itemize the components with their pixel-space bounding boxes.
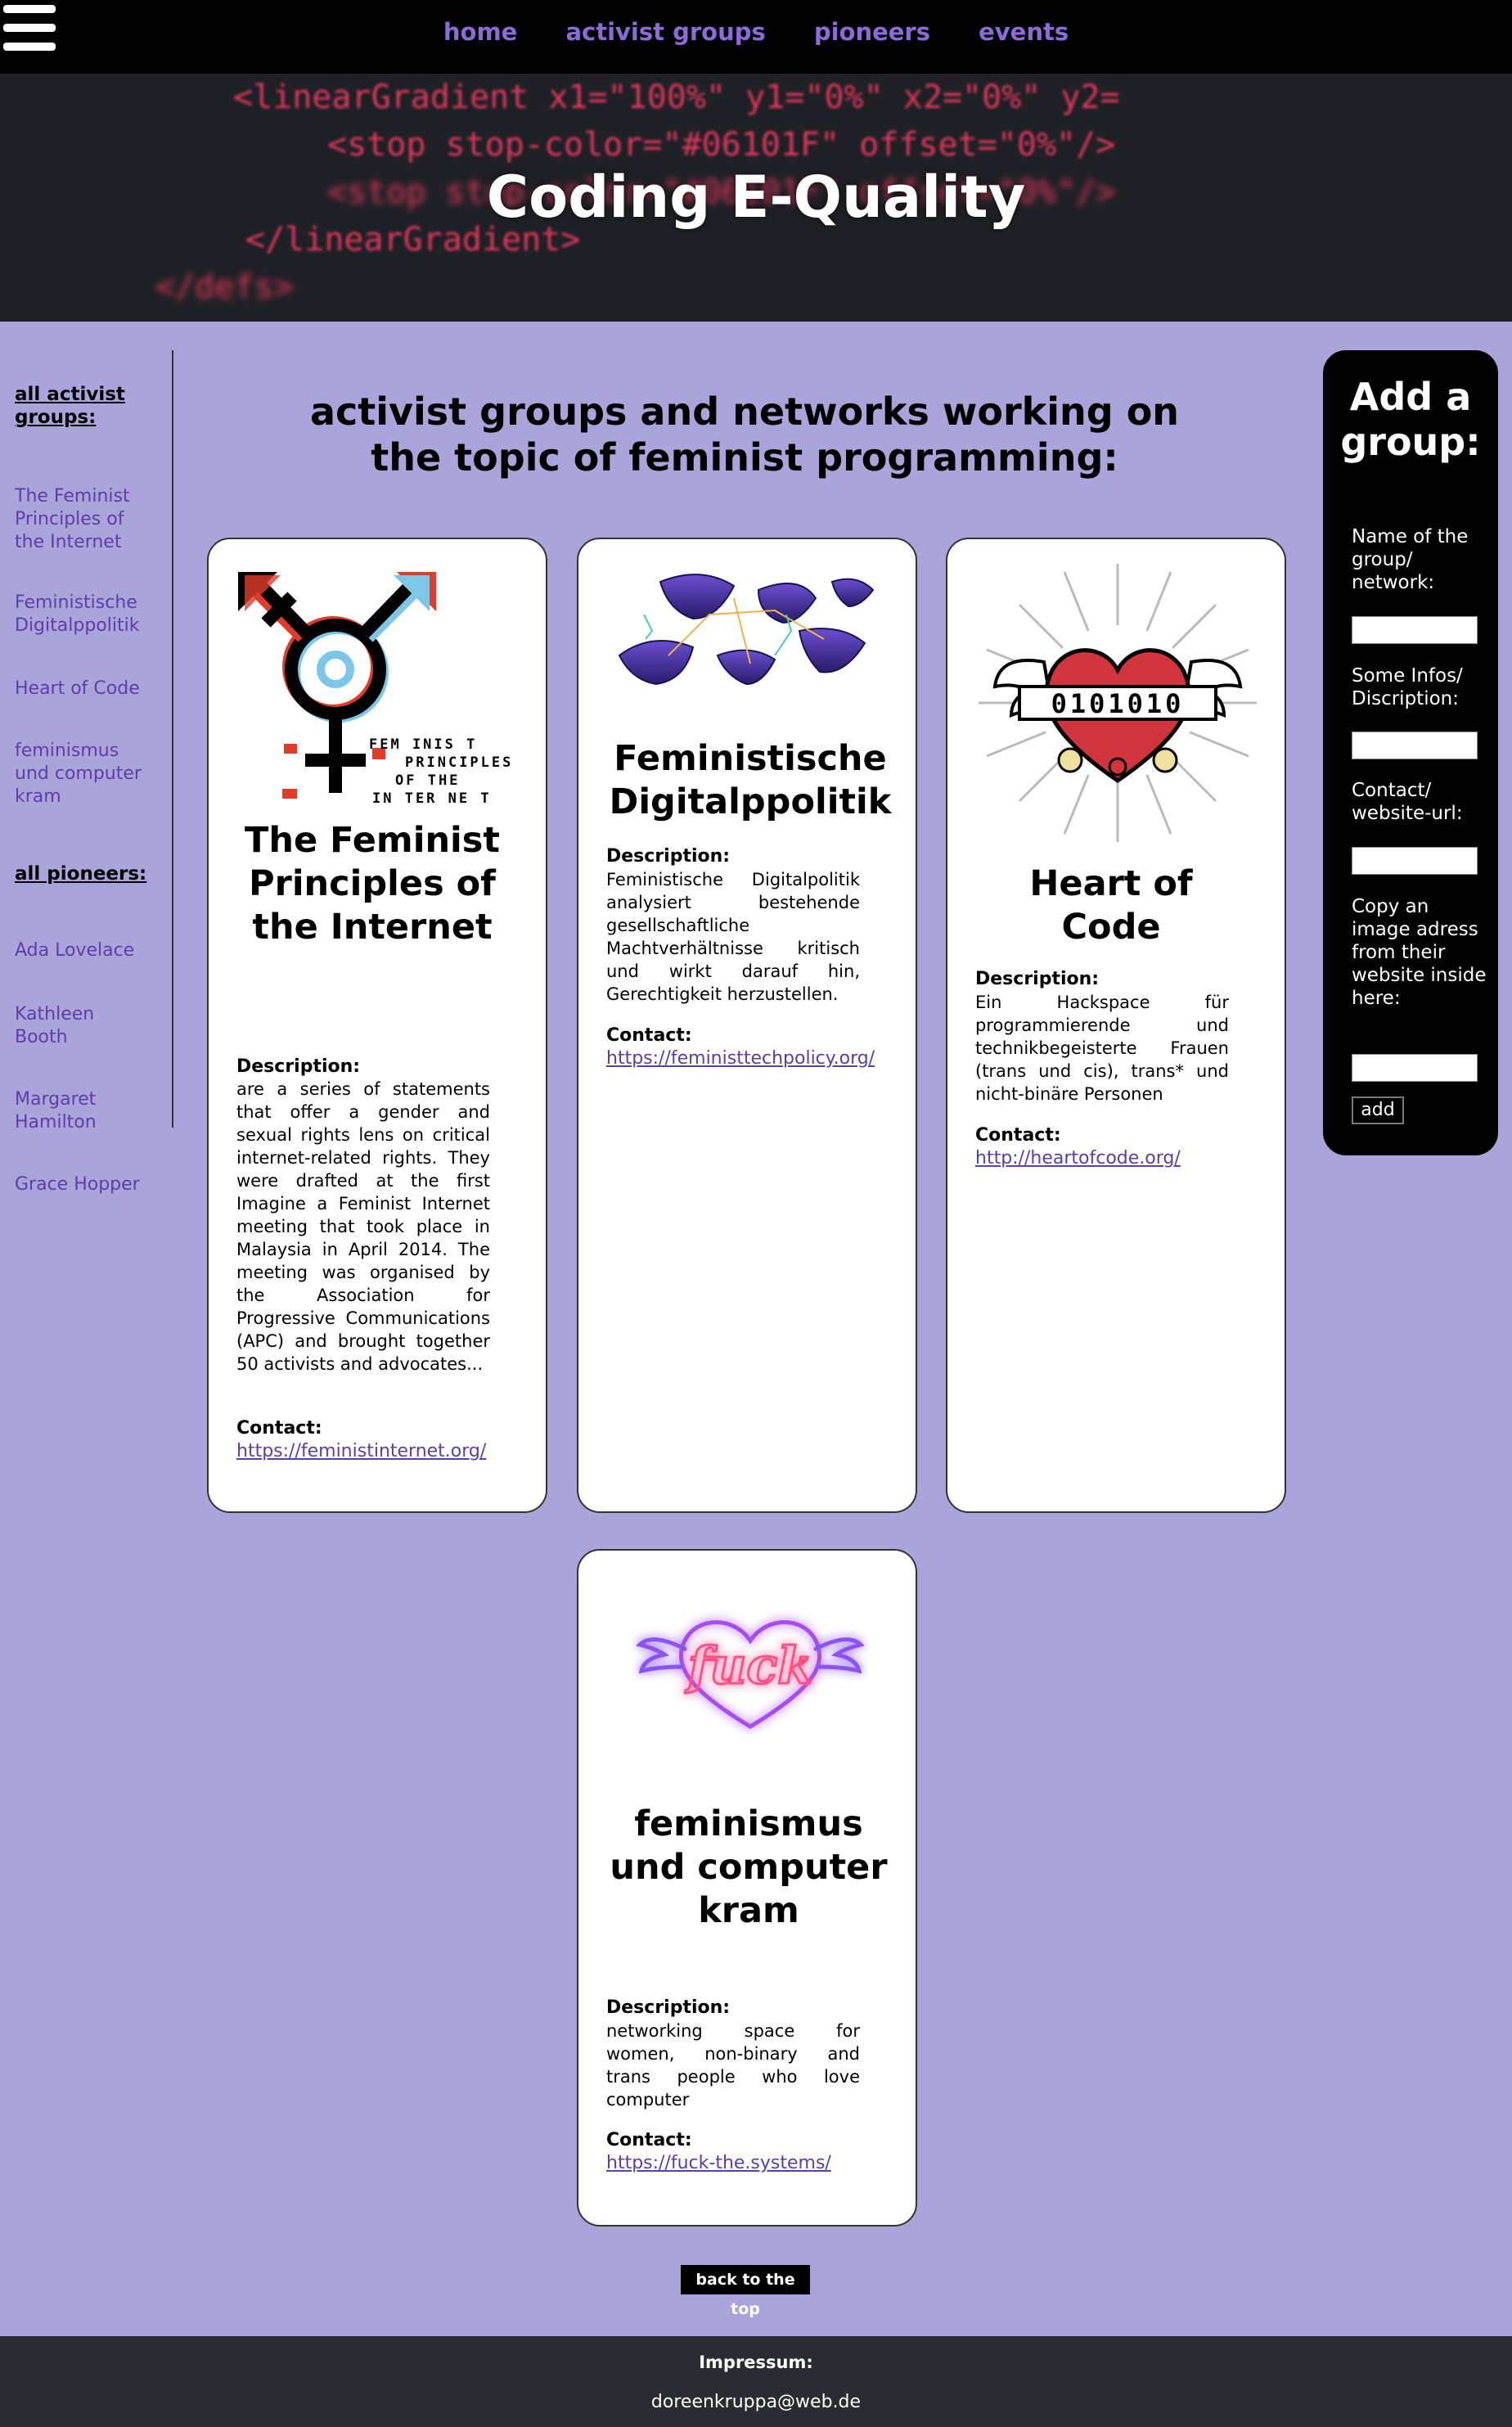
sidebar: all activist groups: The Feminist Princi… [0, 350, 173, 1195]
footer-title: Impressum: [699, 2353, 813, 2372]
nav-links: home activist groups pioneers events [0, 18, 1512, 46]
top-nav: home activist groups pioneers events [0, 0, 1512, 74]
card-description: Ein Hackspace für programmierende und te… [975, 993, 1229, 1104]
neon-heart-image: fuck [636, 1620, 865, 1729]
nav-home-link[interactable]: home [443, 18, 517, 46]
sidebar-item-heart-of-code[interactable]: Heart of Code [15, 678, 162, 700]
group-card: Feministische Digitalppolitik Descriptio… [577, 538, 917, 1513]
card-description: are a series of statements that offer a … [236, 1079, 490, 1374]
nav-activist-groups-link[interactable]: activist groups [565, 18, 765, 46]
sidebar-item-feminist-principles[interactable]: The Feminist Principles of the Internet [15, 485, 146, 554]
svg-text:PRINCIPLES: PRINCIPLES [405, 754, 513, 771]
digitalpolitik-islands-image [611, 565, 881, 696]
card-title: Feministische Digitalppolitik [609, 738, 892, 822]
card-title: Heart of Code [1029, 863, 1193, 948]
feminist-principles-logo-image: FEM INIS T PRINCIPLES OF THE IN TER NE T [238, 572, 513, 807]
sidebar-item-feministische-digitalpolitik[interactable]: Feministische Digitalppolitik [15, 592, 162, 637]
add-group-form: Add a group: Name of the group/ network:… [1323, 350, 1498, 1155]
card-contact-link[interactable]: http://heartofcode.org/ [975, 1148, 1181, 1168]
image-url-input[interactable] [1352, 1054, 1478, 1082]
nav-pioneers-link[interactable]: pioneers [814, 18, 930, 46]
sidebar-item-grace-hopper[interactable]: Grace Hopper [15, 1173, 178, 1196]
hero-code-line: </defs> [155, 268, 294, 306]
infos-input[interactable] [1352, 732, 1478, 759]
description-label: Description: [236, 1056, 361, 1077]
heart-of-code-logo-image: 0101010 [979, 564, 1257, 842]
svg-text:fuck: fuck [685, 1636, 812, 1695]
card-contact-link[interactable]: https://feministinternet.org/ [236, 1441, 486, 1461]
group-card: FEM INIS T PRINCIPLES OF THE IN TER NE T… [207, 538, 547, 1513]
card-contact-link[interactable]: https://feministtechpolicy.org/ [606, 1048, 875, 1069]
card-description: networking space for women, non-binary a… [606, 2021, 860, 2110]
add-button[interactable]: add [1352, 1096, 1404, 1124]
field-label-name: Name of the group/ network: [1352, 526, 1469, 593]
footer-email[interactable]: doreenkruppa@web.de [0, 2392, 1512, 2412]
description-label: Description: [606, 846, 731, 867]
site-title: Coding E-Quality [486, 164, 1026, 231]
card-title: The Feminist Principles of the Internet [245, 820, 500, 948]
svg-text:OF THE: OF THE [395, 772, 460, 789]
back-to-top-button[interactable]: back to the top [681, 2265, 810, 2318]
description-label: Description: [606, 1997, 731, 2018]
group-card: fuck feminismus und computer kram Descri… [577, 1549, 917, 2227]
hero-banner: <linearGradient x1="100%" y1="0%" x2="0%… [0, 74, 1512, 322]
card-contact-link[interactable]: https://fuck-the.systems/ [606, 2153, 831, 2173]
card-description: Feministische Digitalpolitik analysiert … [606, 870, 860, 1004]
nav-events-link[interactable]: events [979, 18, 1069, 46]
page-heading: activist groups and networks working on … [309, 389, 1180, 480]
hero-code-line: <stop stop-color="#06101F" offset="0%"/> [327, 126, 1116, 164]
card-title: feminismus und computer kram [610, 1803, 888, 1931]
hero-code-line: <linearGradient x1="100%" y1="0%" x2="0%… [233, 79, 1120, 116]
sidebar-item-ada-lovelace[interactable]: Ada Lovelace [15, 939, 162, 962]
contact-label: Contact: [975, 1125, 1061, 1146]
description-label: Description: [975, 969, 1100, 989]
contact-label: Contact: [236, 1418, 322, 1439]
field-label-infos: Some Infos/ Discription: [1352, 665, 1463, 709]
sidebar-item-kathleen-booth[interactable]: Kathleen Booth [15, 1003, 121, 1049]
contact-label: Contact: [606, 1025, 692, 1046]
form-heading: Add a group: [1340, 375, 1481, 464]
name-input[interactable] [1352, 616, 1478, 644]
field-label-contact: Contact/ website-url: [1352, 780, 1463, 824]
svg-text:IN TER NE T: IN TER NE T [372, 790, 492, 807]
svg-text:0101010: 0101010 [1051, 688, 1185, 719]
sidebar-pioneers-heading[interactable]: all pioneers: [15, 862, 146, 885]
sidebar-groups-heading[interactable]: all activist groups: [15, 383, 154, 429]
contact-label: Contact: [606, 2130, 692, 2150]
contact-input[interactable] [1352, 847, 1478, 875]
svg-text:FEM INIS T: FEM INIS T [369, 736, 477, 753]
sidebar-item-feminismus-computer-kram[interactable]: feminismus und computer kram [15, 740, 154, 808]
field-label-image-url: Copy an image adress from their website … [1352, 896, 1487, 1009]
group-card: 0101010 Heart of Code Description: Ein H… [946, 538, 1286, 1513]
footer: Impressum: doreenkruppa@web.de [0, 2336, 1512, 2427]
sidebar-item-margaret-hamilton[interactable]: Margaret Hamilton [15, 1088, 121, 1134]
